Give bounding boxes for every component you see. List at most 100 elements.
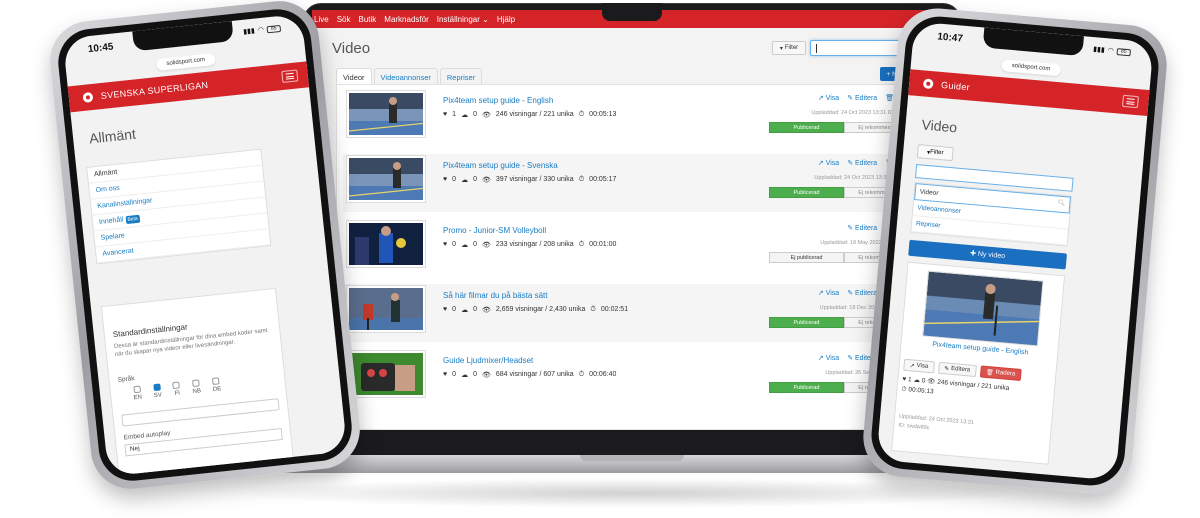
duration: 00:05:17 [589, 176, 617, 183]
clock-icon: ⏱︎ [578, 176, 585, 183]
language-de[interactable]: DE [212, 377, 222, 393]
dislike-icon: ☁ [461, 177, 469, 184]
dislike-count: 0 [921, 377, 926, 385]
url-bar[interactable]: solidsport.com [1001, 59, 1061, 77]
edit-icon: ✎ [847, 95, 855, 102]
wifi-icon: ◠ [257, 26, 265, 35]
publish-button[interactable]: Publicerad [769, 187, 844, 198]
dislike-icon: ☁ [461, 307, 469, 314]
edit-link[interactable]: ✎ Editera [847, 289, 877, 297]
heart-icon: ♥ [443, 176, 448, 183]
video-title-link[interactable]: Pix4team setup guide - English [443, 96, 553, 105]
app-bar: SVENSKA SUPERLIGAN [67, 61, 310, 113]
view-label: Visa [916, 362, 929, 370]
phone-notch [982, 27, 1084, 57]
filter-button[interactable]: ▾ Filter [772, 41, 806, 55]
language-nb[interactable]: NB [191, 379, 201, 395]
view-link[interactable]: ↗ Visa [818, 159, 839, 167]
video-title-link[interactable]: Så här filmar du på bästa sätt [443, 291, 548, 300]
phone-left-bezel: 10:45 ▮▮▮ ◠ 85 solidsport.com SVENSKA SU… [54, 5, 356, 485]
language-label-sv: SV [153, 392, 163, 400]
video-title-link[interactable]: Pix4team setup guide - Svenska [443, 161, 558, 170]
hamburger-menu-icon[interactable] [281, 69, 299, 84]
phone-right-screen: 10:47 ▮▮▮ ◠ 85 solidsport.com Guider Vid… [876, 21, 1154, 481]
publish-button[interactable]: Publicerad [769, 122, 844, 133]
nav-shop[interactable]: Butik [358, 15, 376, 24]
laptop-screen: Live Sök Butik Marknadsför Inställningar… [312, 10, 952, 430]
edit-link[interactable]: ✎ Editera [847, 224, 877, 232]
status-time: 10:45 [87, 41, 114, 56]
table-row: Pix4team setup guide - Svenska ♥ 0 ☁ 0 👁︎ 397 … [343, 154, 921, 212]
like-count: 1 [907, 376, 912, 384]
laptop-hinge-cut [580, 455, 684, 461]
page-title: Video [920, 116, 958, 136]
nav-marketing[interactable]: Marknadsför [384, 15, 428, 24]
nav-settings[interactable]: Inställningar ⌄ [437, 15, 489, 24]
checkbox[interactable] [133, 385, 141, 394]
checkbox[interactable] [172, 381, 181, 390]
checkbox-checked[interactable] [153, 383, 161, 392]
edit-label: Editera [855, 225, 878, 232]
publish-button[interactable]: Publicerad [769, 382, 844, 393]
view-link[interactable]: ↗ Visa [818, 354, 839, 362]
battery-icon: 85 [266, 24, 282, 33]
eye-icon: 👁︎ [481, 372, 491, 379]
brand-name: Guider [940, 79, 971, 93]
video-thumbnail[interactable] [347, 156, 425, 202]
phone-right-bezel: 10:47 ▮▮▮ ◠ 85 solidsport.com Guider Vid… [868, 13, 1162, 489]
court-thumbnail-image [923, 271, 1044, 347]
nav-help[interactable]: Hjälp [497, 15, 515, 24]
category-list: Videor 🔍︎ Videoannonser Repriser [910, 181, 1073, 247]
url-bar[interactable]: solidsport.com [155, 52, 216, 72]
video-thumbnail[interactable] [347, 91, 425, 137]
video-thumbnail[interactable] [347, 221, 425, 267]
view-label: Visa [825, 290, 840, 297]
video-thumbnail[interactable] [922, 270, 1044, 347]
view-label: Visa [825, 95, 840, 102]
settings-menu: Allmänt Om oss Kanalinställningar Innehå… [86, 148, 272, 265]
edit-icon: ✎ [847, 225, 855, 232]
hamburger-menu-icon[interactable] [1121, 94, 1139, 109]
view-button[interactable]: ↗ Visa [903, 358, 935, 374]
eye-icon: 👁︎ [481, 112, 491, 119]
video-title-link[interactable]: Guide Ljudmixer/Headset [443, 356, 533, 365]
menu-item-content-label: Innehåll [98, 216, 124, 226]
heart-icon: ♥ [443, 306, 448, 313]
checkbox[interactable] [192, 379, 200, 388]
clock-icon: ⏱︎ [590, 306, 596, 313]
view-link[interactable]: ↗ Visa [818, 94, 839, 102]
publish-button[interactable]: Ej publicerad [769, 252, 844, 263]
video-list: Pix4team setup guide - English ♥ 1 ☁ 0 👁︎ 246 … [336, 84, 926, 430]
phone-left: 10:45 ▮▮▮ ◠ 85 solidsport.com SVENSKA SU… [46, 0, 364, 493]
video-title-link[interactable]: Promo - Junior-SM Volleyboll [443, 226, 546, 235]
edit-link[interactable]: ✎ Editera [847, 159, 877, 167]
nav-search[interactable]: Sök [337, 15, 351, 24]
clock-icon: ⏱︎ [578, 371, 585, 378]
language-fi[interactable]: FI [172, 381, 182, 397]
signal-icon: ▮▮▮ [1092, 46, 1106, 55]
edit-label: Editera [950, 365, 971, 374]
view-count: 2,659 visningar / 2,430 unika [495, 306, 586, 313]
laptop-shadow [230, 478, 1030, 508]
nav-live[interactable]: Live [314, 15, 329, 24]
video-thumbnail-image [349, 353, 423, 395]
view-link[interactable]: ↗ Visa [818, 289, 839, 297]
video-thumbnail[interactable] [347, 351, 425, 397]
delete-button[interactable]: 🗑︎ Radera [979, 365, 1022, 381]
video-thumbnail-image [349, 288, 423, 330]
edit-link[interactable]: ✎ Editera [847, 94, 877, 102]
language-sv[interactable]: SV [153, 383, 163, 400]
new-video-label: Ny video [977, 250, 1006, 260]
publish-button[interactable]: Publicerad [769, 317, 844, 328]
language-en[interactable]: EN [132, 385, 142, 401]
dislike-icon: ☁ [461, 242, 469, 249]
duration: 00:02:51 [600, 306, 629, 313]
checkbox[interactable] [212, 377, 221, 385]
edit-button[interactable]: ✎ Editera [937, 361, 977, 378]
chevron-down-icon: ▾ [779, 45, 783, 52]
video-thumbnail[interactable] [347, 286, 425, 332]
table-row: Så här filmar du på bästa sätt ♥ 0 ☁ 0 👁︎ 2,65… [343, 284, 921, 342]
duration: 00:06:40 [589, 371, 617, 378]
like-count: 0 [452, 306, 457, 313]
filter-button[interactable]: ▾ Filter [916, 144, 954, 162]
